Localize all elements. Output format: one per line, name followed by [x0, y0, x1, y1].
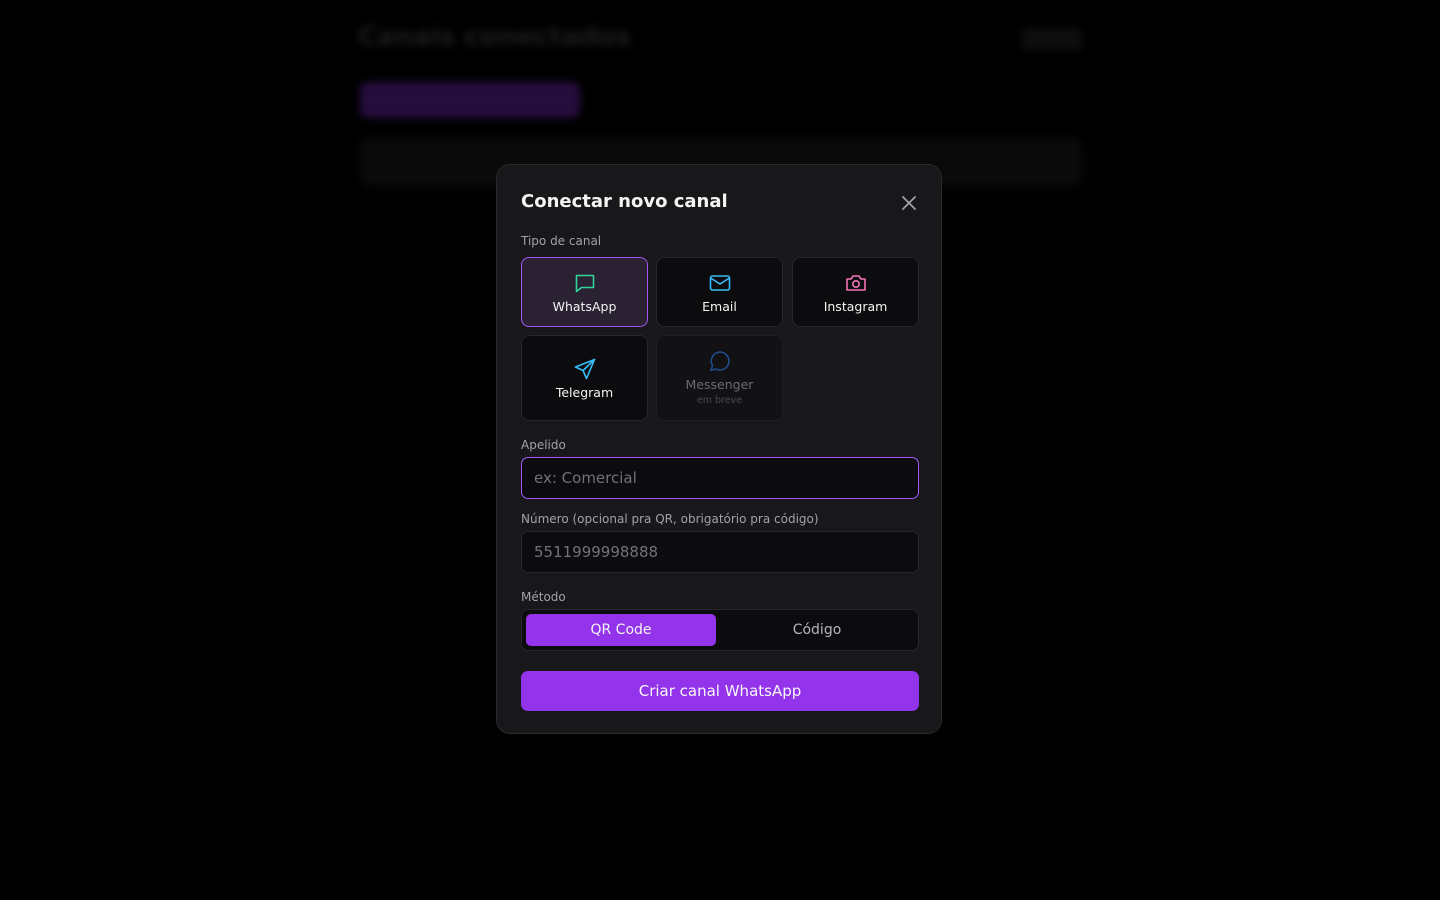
channel-type-email[interactable]: Email: [656, 257, 783, 327]
coming-soon-badge: em breve: [696, 395, 743, 406]
channel-type-label-email: Email: [702, 299, 737, 314]
channel-type-label-messenger: Messenger: [685, 377, 754, 392]
background-top-button: [1022, 28, 1082, 50]
message-circle-icon: [708, 349, 732, 373]
channel-type-messenger: Messenger em breve: [656, 335, 783, 421]
message-square-icon: [573, 271, 597, 295]
modal-title: Conectar novo canal: [521, 191, 728, 212]
channel-type-instagram[interactable]: Instagram: [792, 257, 919, 327]
channel-type-label-telegram: Telegram: [555, 385, 614, 400]
close-button[interactable]: [897, 191, 921, 215]
method-label: Método: [521, 590, 566, 604]
mail-icon: [708, 271, 732, 295]
connect-channel-modal: Conectar novo canal Tipo de canal WhatsA…: [496, 164, 942, 734]
channel-type-telegram[interactable]: Telegram: [521, 335, 648, 421]
number-label: Número (opcional pra QR, obrigatório pra…: [521, 512, 819, 526]
background-primary-button: [360, 82, 580, 118]
channel-type-whatsapp[interactable]: WhatsApp: [521, 257, 648, 327]
create-channel-button[interactable]: Criar canal WhatsApp: [521, 671, 919, 711]
method-selector: QR Code Código: [521, 609, 919, 651]
background-page-title: Canais conectados: [358, 22, 631, 52]
channel-type-label: Tipo de canal: [521, 234, 602, 248]
method-option-qr-code[interactable]: QR Code: [526, 614, 716, 646]
channel-type-label-instagram: Instagram: [823, 299, 888, 314]
nickname-label: Apelido: [521, 438, 566, 452]
send-icon: [573, 357, 597, 381]
camera-icon: [844, 271, 868, 295]
number-input[interactable]: [521, 531, 919, 573]
channel-type-label-whatsapp: WhatsApp: [552, 299, 617, 314]
close-icon: [902, 196, 916, 210]
nickname-input[interactable]: [521, 457, 919, 499]
method-option-code[interactable]: Código: [720, 614, 914, 646]
